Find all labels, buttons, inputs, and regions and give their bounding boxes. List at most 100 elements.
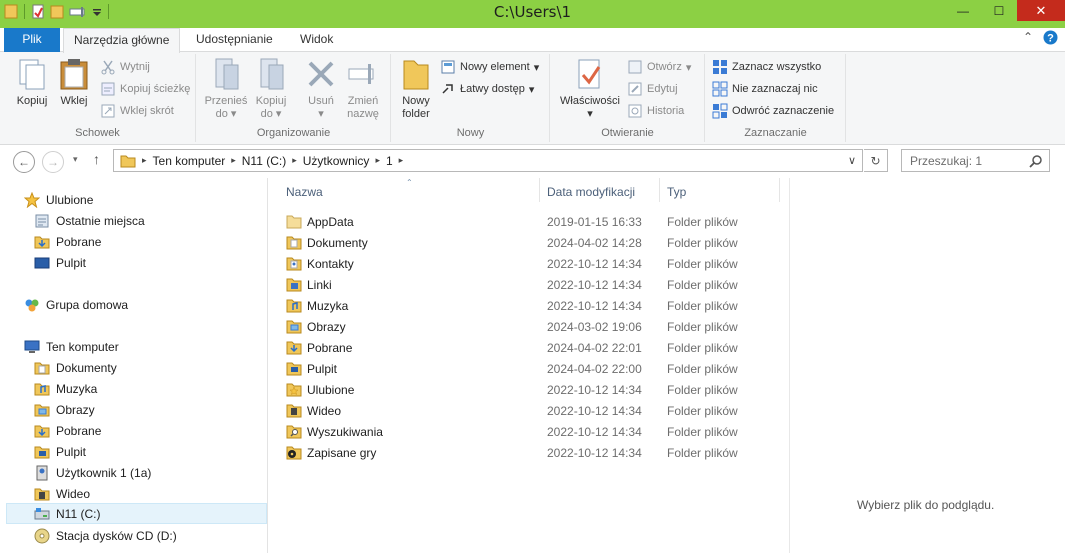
nav-label: Grupa domowa (46, 297, 129, 312)
collapse-ribbon-icon[interactable]: ⌃ (1023, 30, 1033, 44)
forward-button[interactable]: → (42, 151, 64, 173)
address-dropdown-icon[interactable]: ∨ (848, 154, 856, 167)
minimize-button[interactable]: — (945, 0, 981, 21)
breadcrumb-user-1[interactable]: 1 (386, 154, 393, 168)
copy-to-button[interactable]: Kopiuj do ▾ (251, 57, 291, 121)
tab-home[interactable]: Narzędzia główne (63, 28, 181, 53)
table-row[interactable]: Pulpit 2024-04-02 22:00 Folder plików (286, 358, 776, 379)
file-name: Zapisane gry (307, 446, 377, 460)
file-date: 2022-10-12 14:34 (547, 278, 642, 292)
table-row[interactable]: Wyszukiwania 2022-10-12 14:34 Folder pli… (286, 421, 776, 442)
edit-button[interactable]: Edytuj (627, 79, 678, 99)
breadcrumb-separator-icon[interactable]: ▸ (292, 155, 297, 166)
open-button[interactable]: Otwórz ▾ (627, 57, 691, 77)
title-bar[interactable]: C:\Users\1 — ☐ ✕ (0, 0, 1065, 25)
breadcrumb-separator-icon[interactable]: ▸ (399, 155, 404, 166)
invert-selection-label: Odwróć zaznaczenie (732, 105, 835, 117)
nav-pc-user-1a[interactable]: Użytkownik 1 (1a) (34, 462, 151, 483)
table-row[interactable]: Wideo 2022-10-12 14:34 Folder plików (286, 400, 776, 421)
move-to-button[interactable]: Przenieś do ▾ (203, 57, 249, 121)
nav-label: Ulubione (46, 192, 94, 207)
up-arrow-icon[interactable]: ↑ (93, 151, 100, 167)
breadcrumb-separator-icon[interactable]: ▸ (231, 155, 236, 166)
file-date: 2022-10-12 14:34 (547, 425, 642, 439)
nav-pc-pictures[interactable]: Obrazy (34, 399, 95, 420)
breadcrumb-separator-icon[interactable]: ▸ (142, 155, 147, 166)
breadcrumb-users[interactable]: Użytkownicy (303, 154, 370, 168)
table-row[interactable]: Pobrane 2024-04-02 22:01 Folder plików (286, 337, 776, 358)
nav-homegroup[interactable]: Grupa domowa (24, 294, 128, 315)
nav-pc-cd-drive[interactable]: Stacja dysków CD (D:) (34, 525, 177, 546)
address-bar[interactable]: ▸ Ten komputer ▸ N11 (C:) ▸ Użytkownicy … (113, 149, 863, 172)
table-row[interactable]: Ulubione 2022-10-12 14:34 Folder plików (286, 379, 776, 400)
tab-file[interactable]: Plik (4, 28, 60, 52)
tab-view[interactable]: Widok (290, 28, 343, 52)
select-none-label: Nie zaznaczaj nic (732, 83, 818, 95)
column-divider[interactable] (539, 178, 540, 202)
help-icon[interactable]: ? (1043, 30, 1058, 45)
breadcrumb-separator-icon[interactable]: ▸ (375, 155, 380, 166)
nav-pc-drive-c[interactable]: N11 (C:) (6, 503, 267, 524)
breadcrumb-drive-c[interactable]: N11 (C:) (242, 154, 286, 168)
table-row[interactable]: AppData 2019-01-15 16:33 Folder plików (286, 211, 776, 232)
nav-pc-music[interactable]: Muzyka (34, 378, 97, 399)
paste-button[interactable]: Wklej (55, 57, 93, 108)
nav-desktop[interactable]: Pulpit (34, 252, 86, 273)
copy-path-button[interactable]: Kopiuj ścieżkę (100, 79, 190, 99)
table-row[interactable]: Kontakty 2022-10-12 14:34 Folder plików (286, 253, 776, 274)
table-row[interactable]: Obrazy 2024-03-02 19:06 Folder plików (286, 316, 776, 337)
copy-button[interactable]: Kopiuj (12, 57, 52, 108)
back-button[interactable]: ← (13, 151, 35, 173)
nav-downloads[interactable]: Pobrane (34, 231, 101, 252)
rename-button[interactable]: Zmień nazwę (343, 57, 383, 121)
sort-ascending-icon: ⌃ (406, 178, 413, 187)
select-none-button[interactable]: Nie zaznaczaj nic (712, 79, 818, 99)
videos-folder-icon (34, 488, 50, 500)
easy-access-button[interactable]: Łatwy dostęp ▾ (440, 79, 534, 99)
table-row[interactable]: Linki 2022-10-12 14:34 Folder plików (286, 274, 776, 295)
select-group-label: Zaznaczanie (744, 127, 807, 139)
nav-pc-documents[interactable]: Dokumenty (34, 357, 117, 378)
search-icon[interactable] (1029, 154, 1043, 168)
properties-button[interactable]: Właściwości ▾ (557, 57, 623, 121)
delete-button[interactable]: Usuń ▾ (301, 57, 341, 121)
paste-label: Wklej (60, 95, 88, 107)
column-divider[interactable] (659, 178, 660, 202)
recent-locations-icon[interactable]: ▾ (73, 154, 78, 165)
column-divider[interactable] (779, 178, 780, 202)
nav-pc-desktop[interactable]: Pulpit (34, 441, 86, 462)
column-header-date[interactable]: Data modyfikacji (547, 185, 635, 199)
breadcrumb-this-pc[interactable]: Ten komputer (153, 154, 226, 168)
edit-label: Edytuj (647, 83, 678, 95)
nav-label: Ten komputer (46, 339, 119, 354)
file-name: Pulpit (307, 362, 338, 376)
maximize-button[interactable]: ☐ (981, 0, 1017, 21)
file-type: Folder plików (667, 215, 738, 229)
invert-selection-button[interactable]: Odwróć zaznaczenie (712, 101, 834, 121)
table-row[interactable]: Dokumenty 2024-04-02 14:28 Folder plików (286, 232, 776, 253)
column-header-name[interactable]: Nazwa (286, 185, 323, 199)
nav-label: Dokumenty (56, 360, 117, 375)
table-row[interactable]: Zapisane gry 2022-10-12 14:34 Folder pli… (286, 442, 776, 463)
nav-recent-places[interactable]: Ostatnie miejsca (34, 210, 145, 231)
search-input[interactable]: Przeszukaj: 1 (901, 149, 1050, 172)
table-row[interactable]: Muzyka 2022-10-12 14:34 Folder plików (286, 295, 776, 316)
nav-favorites[interactable]: Ulubione (24, 189, 93, 210)
nav-pc-videos[interactable]: Wideo (34, 483, 90, 504)
column-header-type[interactable]: Typ (667, 185, 686, 199)
nav-this-pc[interactable]: Ten komputer (24, 336, 119, 357)
close-button[interactable]: ✕ (1017, 0, 1065, 21)
refresh-button[interactable]: ↻ (864, 149, 888, 172)
links-folder-icon (286, 278, 302, 292)
clipboard-group: Kopiuj Wklej Wytnij Kopiuj ścieżkę Wklej… (0, 54, 196, 142)
paste-shortcut-button[interactable]: Wklej skrót (100, 101, 174, 121)
history-button[interactable]: Historia (627, 101, 684, 121)
copy-to-label-2: do (260, 108, 273, 120)
tab-share[interactable]: Udostępnianie (186, 28, 283, 52)
cut-button[interactable]: Wytnij (100, 57, 150, 77)
select-all-button[interactable]: Zaznacz wszystko (712, 57, 821, 77)
file-name: Wyszukiwania (307, 425, 383, 439)
nav-pc-downloads[interactable]: Pobrane (34, 420, 101, 441)
new-item-button[interactable]: Nowy element ▾ (440, 57, 539, 77)
new-folder-button[interactable]: Nowy folder (398, 57, 434, 121)
